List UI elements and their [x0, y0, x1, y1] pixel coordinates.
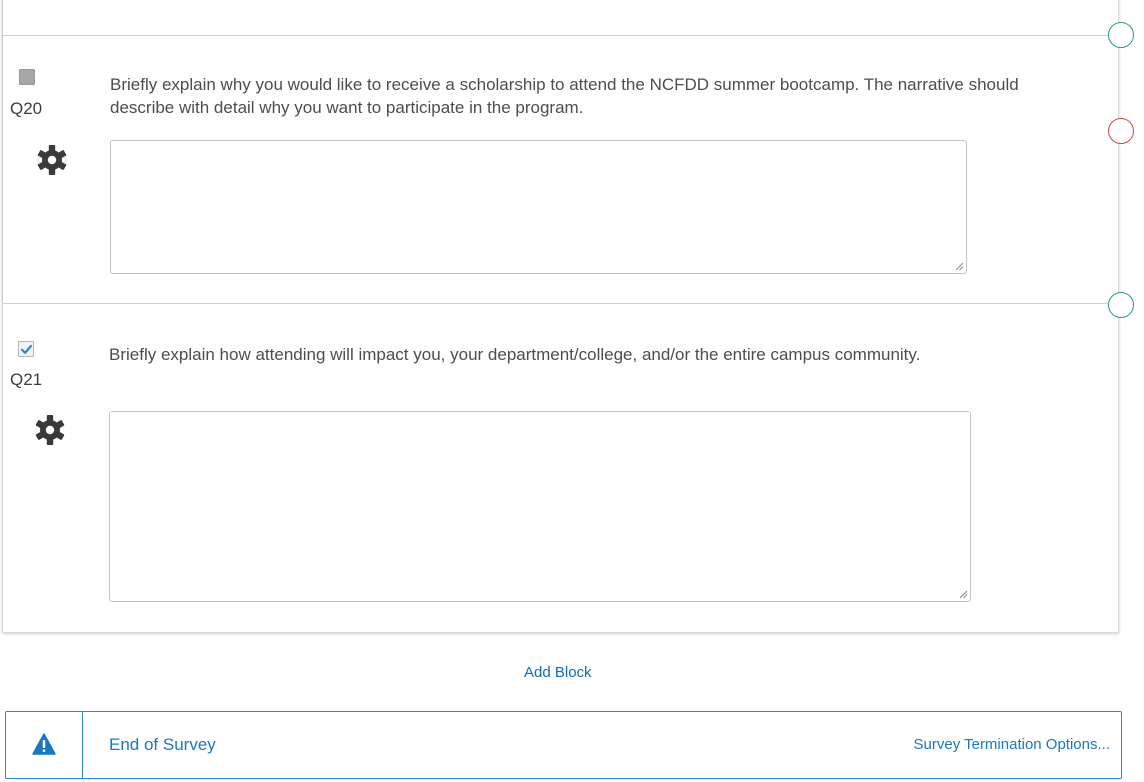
resize-handle-icon[interactable]: [954, 261, 964, 271]
question-select-checkbox[interactable]: [19, 69, 35, 85]
question-number: Q20: [10, 99, 43, 118]
end-of-survey-title: End of Survey: [109, 735, 216, 754]
flow-connector-ring[interactable]: [1108, 118, 1134, 144]
gear-icon[interactable]: [34, 414, 66, 446]
resize-handle-icon[interactable]: [958, 589, 968, 599]
add-block-link[interactable]: Add Block: [524, 664, 592, 681]
flow-connector-ring[interactable]: [1108, 22, 1134, 48]
question-number: Q21: [10, 370, 43, 389]
answer-textarea[interactable]: [109, 411, 971, 602]
end-of-survey-bar: End of Survey Survey Termination Options…: [5, 711, 1122, 779]
answer-textarea[interactable]: [110, 140, 967, 274]
question-text: Briefly explain why you would like to re…: [110, 75, 1019, 117]
gear-icon[interactable]: [36, 144, 68, 176]
end-of-survey-icon-cell: [6, 712, 83, 778]
survey-termination-options-link[interactable]: Survey Termination Options...: [914, 736, 1110, 753]
question-divider: [3, 303, 1118, 304]
flow-connector-ring[interactable]: [1108, 292, 1134, 318]
checkmark-icon: [20, 344, 33, 354]
question-divider: [3, 35, 1118, 36]
question-text: Briefly explain how attending will impac…: [109, 345, 921, 364]
question-select-checkbox[interactable]: [18, 341, 34, 357]
warning-icon: [32, 733, 56, 755]
